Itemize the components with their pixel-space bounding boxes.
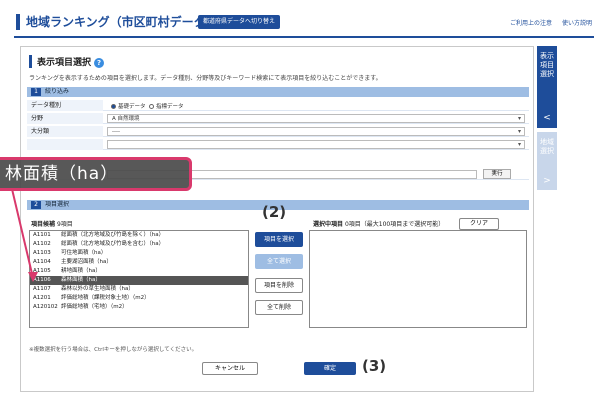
- remove-all-button[interactable]: 全て削除: [255, 300, 303, 315]
- header-bar: 地域ランキング（市区町村データ） 都道府県データへ切り替え ご利用上の注意 使い…: [14, 10, 594, 38]
- data-type-options: 基礎データ 指標データ: [111, 102, 184, 110]
- page-title: 地域ランキング（市区町村データ）: [16, 14, 218, 30]
- field-label: 分野: [27, 113, 103, 124]
- annotation-2: (2): [262, 203, 287, 221]
- ok-button[interactable]: 確定: [304, 362, 356, 375]
- selection-panel: 表示項目選択? ランキングを表示するための項目を選択します。データ種別、分野等及…: [20, 46, 534, 392]
- cancel-button[interactable]: キャンセル: [202, 362, 258, 375]
- field-row: 分野 A 自然環境: [27, 113, 529, 124]
- how-to-use-link[interactable]: 使い方説明: [562, 20, 592, 27]
- usage-notes-link[interactable]: ご利用上の注意: [510, 20, 552, 27]
- radio-basic[interactable]: [111, 104, 116, 109]
- switch-prefecture-button[interactable]: 都道府県データへ切り替え: [198, 15, 281, 29]
- category-select[interactable]: ----: [107, 127, 525, 136]
- help-icon[interactable]: ?: [94, 58, 105, 68]
- list-item[interactable]: A1101 総面積（北方地域及び竹島を除く）（ha）: [30, 231, 248, 240]
- expand-arrow-icon[interactable]: >: [537, 172, 557, 190]
- zoom-callout: 林面積（ha）: [0, 157, 192, 191]
- subcategory-label: [27, 139, 103, 150]
- radio-indicator[interactable]: [149, 104, 155, 109]
- list-item-selected[interactable]: A1106 森林面積（ha）: [30, 276, 248, 285]
- header-links: ご利用上の注意 使い方説明: [502, 18, 592, 27]
- selected-list-label: 選択中項目 0項目（最大100項目まで選択可能）: [313, 221, 445, 228]
- subcategory-row: [27, 139, 529, 150]
- candidate-list-label: 項目候補 9項目: [31, 221, 73, 228]
- filter-bar: 1 絞り込み: [27, 87, 529, 97]
- list-item[interactable]: A120102 評価総地積（宅地）（m2）: [30, 303, 248, 312]
- clear-button[interactable]: クリア: [459, 218, 499, 230]
- section-title: 表示項目選択?: [29, 55, 105, 68]
- remove-item-button[interactable]: 項目を削除: [255, 278, 303, 293]
- multi-select-note: ※複数選択を行う場合は、Ctrlキーを押しながら選択してください。: [29, 347, 198, 353]
- category-row: 大分類 ----: [27, 126, 529, 137]
- field-select[interactable]: A 自然環境: [107, 114, 525, 123]
- list-item[interactable]: A1107 森林以外の草生地面積（ha）: [30, 285, 248, 294]
- list-item[interactable]: A1104 主要湖沼面積（ha）: [30, 258, 248, 267]
- data-type-row: データ種別 基礎データ 指標データ: [27, 100, 529, 111]
- page: 地域ランキング（市区町村データ） 都道府県データへ切り替え ご利用上の注意 使い…: [0, 0, 605, 407]
- list-item[interactable]: A1105 耕地面積（ha）: [30, 267, 248, 276]
- select-item-button[interactable]: 項目を選択: [255, 232, 303, 247]
- list-item[interactable]: A1102 総面積（北方地域及び竹島を含む）（ha）: [30, 240, 248, 249]
- list-item[interactable]: A1201 評価総地積（課税対象土地）（m2）: [30, 294, 248, 303]
- subcategory-select[interactable]: [107, 140, 525, 149]
- select-all-button[interactable]: 全て選択: [255, 254, 303, 269]
- section-description: ランキングを表示するための項目を選択します。データ種別、分野等及びキーワード検索…: [29, 75, 382, 82]
- collapse-arrow-icon[interactable]: <: [537, 108, 557, 128]
- data-type-label: データ種別: [27, 100, 103, 111]
- list-item[interactable]: A1103 可住地面積（ha）: [30, 249, 248, 258]
- annotation-3: (3): [362, 357, 387, 375]
- search-button[interactable]: 実行: [483, 169, 511, 179]
- category-label: 大分類: [27, 126, 103, 137]
- candidate-list[interactable]: A1101 総面積（北方地域及び竹島を除く）（ha） A1102 総面積（北方地域及…: [29, 230, 249, 328]
- selected-list[interactable]: [309, 230, 527, 328]
